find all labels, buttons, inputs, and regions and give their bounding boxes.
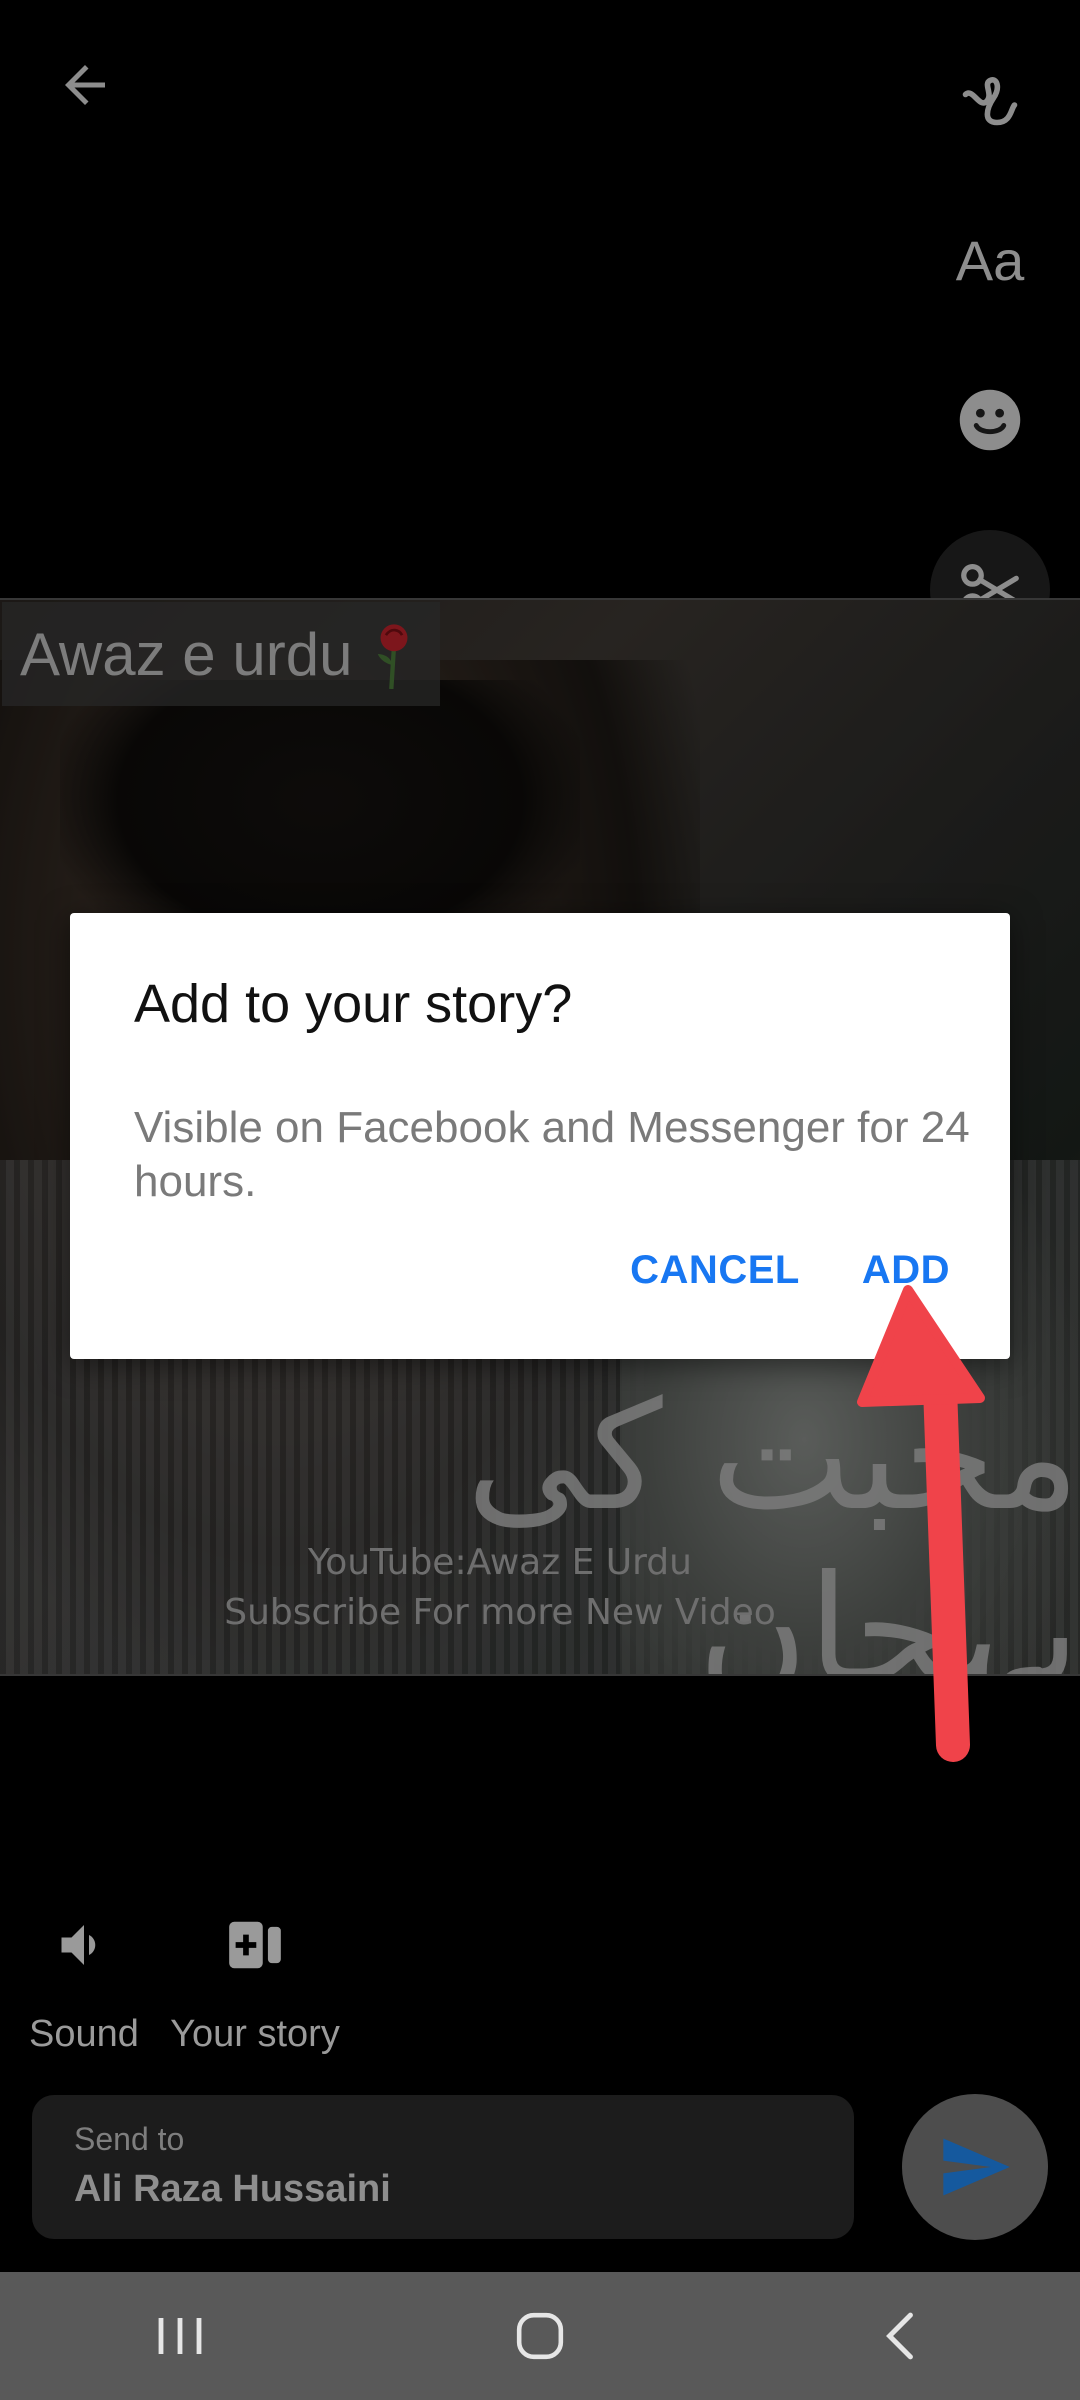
add-to-story-dialog: Add to your story? Visible on Facebook a… xyxy=(70,913,1010,1359)
cancel-button[interactable]: CANCEL xyxy=(630,1248,800,1293)
your-story-button[interactable]: Your story xyxy=(160,1905,350,2056)
home-icon xyxy=(516,2312,564,2360)
back-nav-button[interactable] xyxy=(840,2286,960,2386)
send-to-label: Send to xyxy=(74,2121,185,2157)
dialog-actions: CANCEL ADD xyxy=(630,1248,950,1293)
add-button[interactable]: ADD xyxy=(862,1248,950,1293)
system-nav-bar xyxy=(0,2272,1080,2400)
dialog-message: Visible on Facebook and Messenger for 24… xyxy=(134,1103,970,1206)
send-arrow-icon xyxy=(943,2138,1010,2196)
story-editor-screen: Aa Awaz e urdu محبت کی پہچان YouTube:Awa… xyxy=(0,0,1080,2400)
your-story-label: Your story xyxy=(170,2013,340,2055)
send-to-field[interactable]: Send to Ali Raza Hussaini xyxy=(32,2095,854,2239)
recent-apps-button[interactable] xyxy=(120,2286,240,2386)
home-button[interactable] xyxy=(480,2286,600,2386)
add-story-icon xyxy=(229,1921,281,1969)
recipient-name: Ali Raza Hussaini xyxy=(74,2168,391,2210)
sound-label: Sound xyxy=(29,2013,139,2055)
send-button[interactable] xyxy=(902,2094,1048,2240)
chevron-left-icon xyxy=(886,2312,913,2360)
sound-toggle[interactable]: Sound xyxy=(22,1905,146,2056)
speaker-icon xyxy=(61,1925,96,1965)
recent-apps-icon xyxy=(158,2318,202,2354)
dialog-title: Add to your story? xyxy=(134,974,573,1034)
